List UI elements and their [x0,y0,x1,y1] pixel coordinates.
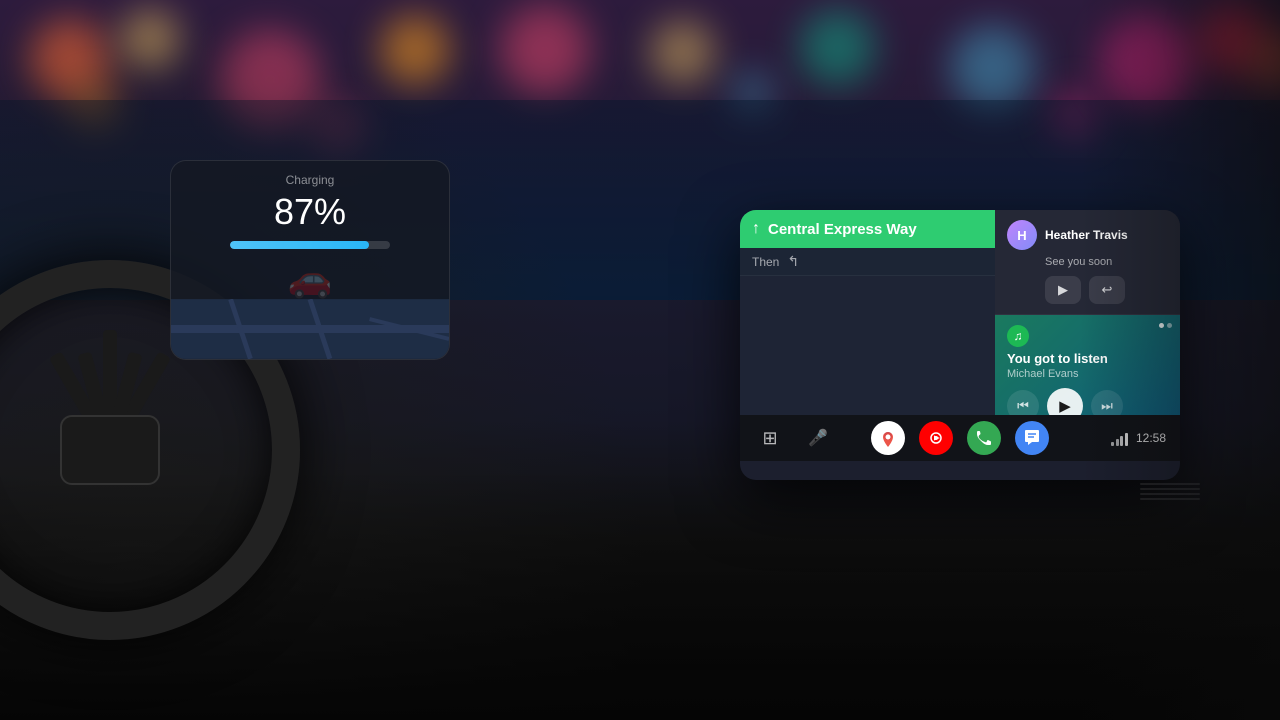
bokeh-light [800,10,875,85]
taskbar-apps [871,421,1049,455]
taskbar-right: 12:58 [1049,430,1166,446]
previous-track-button[interactable]: ⏮ [1007,390,1039,415]
bokeh-light [1100,15,1195,110]
instrument-cluster: Charging 87% 🚗 [170,160,450,360]
then-turn-icon: ↰ [787,253,799,270]
music-page-dots [1159,323,1172,328]
music-card[interactable]: ♫ You got to listen Michael Evans ⏮ ▶ ⏭ [995,315,1180,415]
messages-button[interactable] [1015,421,1049,455]
steering-wheel-center [60,415,160,485]
notification-header: H Heather Travis [1007,220,1168,250]
signal-strength-icon [1111,430,1128,446]
android-auto-display: ↑ Central Express Way Then ↰ [740,210,1180,480]
microphone-button[interactable]: 🎤 [802,422,834,454]
taskbar-left: ⊞ 🎤 [754,422,871,454]
clock-display: 12:58 [1136,431,1166,445]
battery-percent: 87% [274,191,346,233]
play-pause-button[interactable]: ▶ [1047,388,1083,415]
bokeh-light [120,10,180,70]
navigation-panel[interactable]: ↑ Central Express Way Then ↰ [740,210,995,415]
notification-actions: ▶ ↩ [1045,276,1168,304]
vent-line-4 [1140,498,1200,500]
nav-header: ↑ Central Express Way [740,210,995,248]
app-grid-button[interactable]: ⊞ [754,422,786,454]
car-silhouette: 🚗 [288,261,333,297]
music-dot-1 [1159,323,1164,328]
bokeh-light [380,15,450,85]
music-controls: ⏮ ▶ ⏭ [1007,388,1168,415]
bokeh-light [500,5,590,95]
nav-street-name: Central Express Way [768,221,917,238]
next-track-button[interactable]: ⏭ [1091,390,1123,415]
vent-line-1 [1140,483,1200,485]
google-maps-button[interactable] [871,421,905,455]
notification-message: See you soon [1045,256,1168,268]
right-panel: H Heather Travis See you soon ▶ ↩ [995,210,1180,415]
reply-button[interactable]: ↩ [1089,276,1125,304]
notification-card: H Heather Travis See you soon ▶ ↩ [995,210,1180,315]
nav-then-instruction: Then ↰ [740,248,995,276]
contact-avatar: H [1007,220,1037,250]
air-vents [1140,483,1200,500]
contact-initials: H [1017,228,1026,243]
music-app-icon: ♫ [1007,325,1029,347]
phone-button[interactable] [967,421,1001,455]
music-artist: Michael Evans [1007,368,1168,380]
contact-name: Heather Travis [1045,228,1128,242]
vent-line-2 [1140,488,1200,490]
cluster-mini-map [171,299,449,359]
play-message-button[interactable]: ▶ [1045,276,1081,304]
bokeh-light [650,20,715,85]
display-top-section: ↑ Central Express Way Then ↰ [740,210,1180,415]
youtube-music-button[interactable] [919,421,953,455]
charging-label: Charging [286,173,335,187]
music-dot-2 [1167,323,1172,328]
music-title: You got to listen [1007,351,1168,366]
vent-line-3 [1140,493,1200,495]
turn-arrow-icon: ↑ [752,220,760,238]
then-label: Then [752,255,779,269]
taskbar: ⊞ 🎤 [740,415,1180,461]
bokeh-light [950,25,1035,110]
battery-bar-fill [230,241,369,249]
battery-bar [230,241,390,249]
music-app-symbol: ♫ [1014,329,1023,343]
